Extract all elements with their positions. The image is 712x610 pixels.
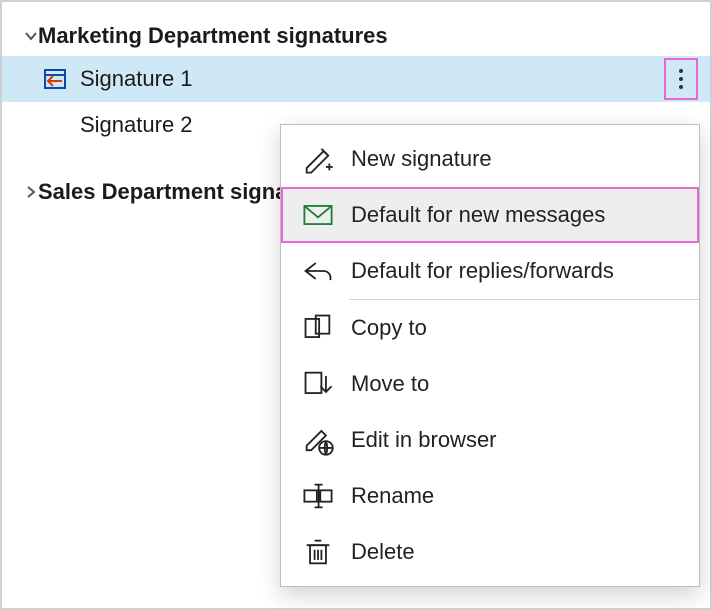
menu-item-edit-in-browser[interactable]: Edit in browser bbox=[281, 412, 699, 468]
move-down-icon bbox=[301, 367, 335, 401]
chevron-right-icon bbox=[24, 185, 38, 199]
reply-arrow-icon bbox=[301, 254, 335, 288]
menu-item-delete[interactable]: Delete bbox=[281, 524, 699, 580]
menu-item-copy-to[interactable]: Copy to bbox=[281, 300, 699, 356]
group-header-marketing[interactable]: Marketing Department signatures bbox=[2, 16, 710, 56]
menu-item-label: New signature bbox=[351, 146, 492, 172]
menu-item-label: Edit in browser bbox=[351, 427, 497, 453]
tree-item-label: Signature 2 bbox=[80, 112, 193, 138]
menu-item-new-signature[interactable]: New signature bbox=[281, 131, 699, 187]
copy-to-icon bbox=[301, 311, 335, 345]
menu-item-default-replies-forwards[interactable]: Default for replies/forwards bbox=[281, 243, 699, 299]
trash-icon bbox=[301, 535, 335, 569]
menu-item-label: Rename bbox=[351, 483, 434, 509]
menu-item-label: Copy to bbox=[351, 315, 427, 341]
rename-icon bbox=[301, 479, 335, 513]
export-left-icon bbox=[42, 66, 68, 92]
group-label: Marketing Department signatures bbox=[38, 23, 388, 49]
tree-item-signature-1[interactable]: Signature 1 bbox=[2, 56, 710, 102]
menu-item-label: Delete bbox=[351, 539, 415, 565]
menu-item-label: Default for replies/forwards bbox=[351, 258, 614, 284]
menu-item-move-to[interactable]: Move to bbox=[281, 356, 699, 412]
menu-item-label: Default for new messages bbox=[351, 202, 605, 228]
context-menu: New signature Default for new messages D… bbox=[280, 124, 700, 587]
menu-item-rename[interactable]: Rename bbox=[281, 468, 699, 524]
envelope-icon bbox=[301, 198, 335, 232]
more-vertical-icon bbox=[679, 67, 683, 91]
tree-item-label: Signature 1 bbox=[80, 66, 193, 92]
pen-plus-icon bbox=[301, 142, 335, 176]
more-actions-button[interactable] bbox=[664, 58, 698, 100]
chevron-down-icon bbox=[24, 29, 38, 43]
pen-globe-icon bbox=[301, 423, 335, 457]
menu-item-label: Move to bbox=[351, 371, 429, 397]
menu-item-default-new-messages[interactable]: Default for new messages bbox=[281, 187, 699, 243]
